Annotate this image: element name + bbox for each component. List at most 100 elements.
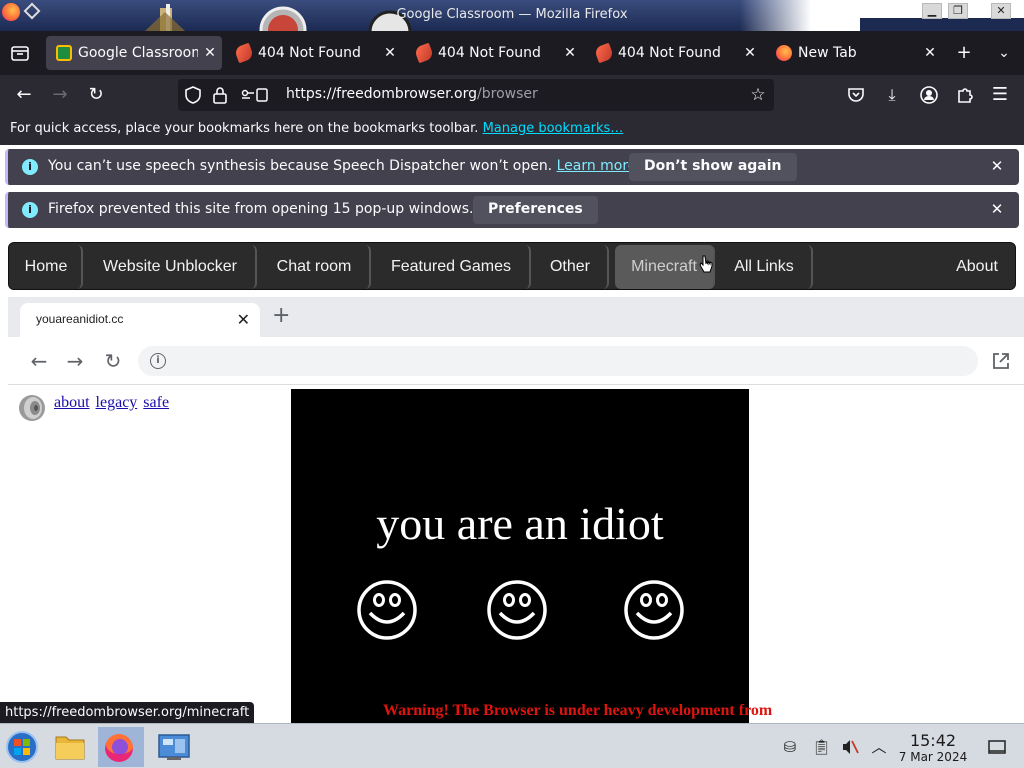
site-info-icon[interactable]: i <box>150 353 166 369</box>
site-navigation-bar: Home Website Unblocker Chat room Feature… <box>8 242 1016 290</box>
bookmark-star-icon[interactable]: ☆ <box>748 85 768 105</box>
start-menu-icon[interactable] <box>2 727 42 767</box>
url-text[interactable]: https://freedombrowser.org/browser <box>286 86 538 102</box>
back-arrow-icon[interactable]: ← <box>13 84 35 106</box>
tab-404-2[interactable]: 404 Not Found ✕ <box>406 36 582 70</box>
volume-muted-icon[interactable] <box>841 738 859 756</box>
dont-show-again-button[interactable]: Don’t show again <box>629 153 797 181</box>
bookmarks-toolbar: For quick access, place your bookmarks h… <box>0 115 1024 145</box>
reload-icon[interactable]: ↻ <box>102 350 124 372</box>
info-icon: i <box>22 202 38 218</box>
close-tab-icon[interactable]: ✕ <box>198 45 222 61</box>
close-tab-icon[interactable]: ✕ <box>378 45 402 61</box>
about-link[interactable]: about <box>54 394 90 411</box>
legacy-link[interactable]: legacy <box>96 394 138 411</box>
update-notifier-icon[interactable]: ⛁ <box>781 738 799 756</box>
add-tab-plus-icon[interactable]: + <box>272 303 290 328</box>
web-page: Home Website Unblocker Chat room Feature… <box>0 235 1024 723</box>
nav-other[interactable]: Other <box>533 245 609 289</box>
smiley-face-icon <box>487 580 547 640</box>
navigation-toolbar: ← → ↻ https://freedombrowser.org/browser… <box>0 75 1024 115</box>
taskbar: ⛁ 📋︎ ︿ 15:42 7 Mar 2024 <box>0 723 1024 768</box>
close-tab-icon[interactable]: ✕ <box>738 45 762 61</box>
manage-bookmarks-link[interactable]: Manage bookmarks… <box>483 121 624 136</box>
extensions-puzzle-icon[interactable] <box>954 84 976 106</box>
taskbar-firefox-button[interactable] <box>98 727 144 767</box>
back-arrow-icon[interactable]: ← <box>28 350 50 372</box>
close-tab-icon[interactable]: ✕ <box>918 45 942 61</box>
file-manager-icon[interactable] <box>50 727 90 767</box>
embedded-toolbar: ← → ↻ i <box>8 337 1024 385</box>
permissions-icon[interactable] <box>240 85 270 105</box>
google-classroom-icon <box>56 45 72 61</box>
clock-time: 15:42 <box>909 731 957 750</box>
reload-icon[interactable]: ↻ <box>85 84 107 106</box>
chevron-up-icon[interactable]: ︿ <box>870 738 888 756</box>
firefox-view-icon[interactable] <box>10 43 30 63</box>
tab-google-classroom[interactable]: Google Classroom ✕ <box>46 36 222 70</box>
window-titlebar: Google Classroom — Mozilla Firefox ▁ ❐ ✕ <box>0 0 1024 31</box>
tab-404-1[interactable]: 404 Not Found ✕ <box>226 36 402 70</box>
freedom-browser-icon <box>593 42 615 64</box>
site-links: about legacy safe <box>54 394 171 412</box>
url-host: https://freedombrowser.org <box>286 86 478 102</box>
development-warning: Warning! The Browser is under heavy deve… <box>383 702 773 719</box>
nav-chat-room[interactable]: Chat room <box>259 245 371 289</box>
tracking-shield-icon[interactable] <box>183 85 203 105</box>
maximize-button[interactable]: ❐ <box>948 3 968 19</box>
tab-label: Google Classroom <box>78 45 198 61</box>
safe-link[interactable]: safe <box>143 394 169 411</box>
url-bar[interactable]: https://freedombrowser.org/browser ☆ <box>178 79 774 111</box>
forward-arrow-icon[interactable]: → <box>64 350 86 372</box>
minimize-button[interactable]: ▁ <box>922 3 942 19</box>
downloads-icon[interactable]: ⤓ <box>881 84 903 106</box>
close-icon[interactable]: ✕ <box>989 201 1005 217</box>
nav-about[interactable]: About <box>939 245 1015 289</box>
new-tab-plus-icon[interactable]: + <box>954 43 974 63</box>
clipboard-icon[interactable]: 📋︎ <box>812 738 831 756</box>
taskbar-clock[interactable]: 15:42 7 Mar 2024 <box>895 731 971 765</box>
hand-cursor-icon <box>699 255 713 273</box>
tab-label: 404 Not Found <box>258 45 361 61</box>
firefox-icon <box>105 734 133 762</box>
open-external-icon[interactable] <box>990 350 1012 372</box>
learn-more-link[interactable]: Learn more <box>557 158 637 174</box>
forward-arrow-icon[interactable]: → <box>49 84 71 106</box>
lock-icon[interactable] <box>210 85 230 105</box>
link-status-overlay: https://freedombrowser.org/minecraft <box>0 702 255 724</box>
embedded-page-frame: about legacy safe you are an idiot Warni… <box>8 387 1024 723</box>
close-icon[interactable]: ✕ <box>237 310 250 329</box>
tab-label: 404 Not Found <box>618 45 721 61</box>
tab-new-tab[interactable]: New Tab ✕ <box>766 36 942 70</box>
smiley-face-icon <box>624 580 684 640</box>
system-settings-icon[interactable] <box>154 727 194 767</box>
close-icon[interactable]: ✕ <box>989 158 1005 174</box>
speech-synthesis-notification: i You can’t use speech synthesis because… <box>5 149 1019 185</box>
smiley-face-icon <box>357 580 417 640</box>
nav-website-unblocker[interactable]: Website Unblocker <box>85 245 257 289</box>
nav-all-links[interactable]: All Links <box>717 245 813 289</box>
close-tab-icon[interactable]: ✕ <box>558 45 582 61</box>
idiot-video-box: you are an idiot <box>291 389 749 723</box>
nav-featured-games[interactable]: Featured Games <box>373 245 531 289</box>
show-desktop-icon[interactable] <box>988 738 1006 756</box>
account-icon[interactable] <box>918 84 940 106</box>
embedded-tab-strip: youareanidiot.cc ✕ + <box>8 297 1024 337</box>
preferences-button[interactable]: Preferences <box>473 196 598 224</box>
embedded-tab-label: youareanidiot.cc <box>36 312 124 326</box>
close-window-button[interactable]: ✕ <box>991 3 1011 19</box>
embedded-tab[interactable]: youareanidiot.cc ✕ <box>20 303 260 337</box>
list-all-tabs-chevron-icon[interactable]: ⌄ <box>994 43 1014 63</box>
popup-blocked-notification: i Firefox prevented this site from openi… <box>5 192 1019 228</box>
nav-home[interactable]: Home <box>11 245 83 289</box>
idiot-headline: you are an idiot <box>376 498 664 549</box>
pocket-icon[interactable] <box>845 84 867 106</box>
freedom-browser-icon <box>233 42 255 64</box>
bookmarks-hint-text: For quick access, place your bookmarks h… <box>10 121 479 136</box>
tab-strip: Google Classroom ✕ 404 Not Found ✕ 404 N… <box>0 31 1024 75</box>
embedded-address-bar[interactable]: i <box>138 346 978 376</box>
tab-404-3[interactable]: 404 Not Found ✕ <box>586 36 762 70</box>
hamburger-menu-icon[interactable]: ☰ <box>989 84 1011 106</box>
speaker-icon[interactable] <box>16 391 48 423</box>
info-icon: i <box>22 159 38 175</box>
